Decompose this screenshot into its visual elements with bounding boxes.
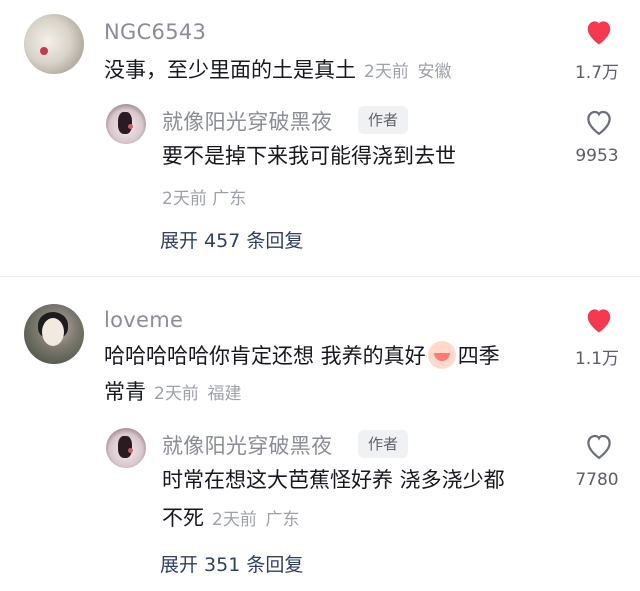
reply-body: 不死 (162, 506, 204, 530)
expand-replies-link[interactable]: 展开 457 条回复 (160, 226, 303, 253)
reply-text: 时常在想这大芭蕉怪好养 浇多浇少都 (162, 468, 505, 492)
comment-location: 福建 (207, 384, 242, 404)
reply-username[interactable]: 就像阳光穿破黑夜 (162, 106, 332, 136)
comment-time: 2天前 (154, 384, 199, 404)
reply-location: 广东 (265, 510, 300, 530)
avatar[interactable] (106, 104, 146, 144)
peach-emoji-icon (427, 341, 456, 369)
reply-username[interactable]: 就像阳光穿破黑夜 (162, 430, 332, 460)
like-count: 7780 (575, 470, 619, 490)
avatar[interactable] (106, 428, 146, 468)
comment-body: 没事，至少里面的土是真土 (104, 58, 356, 82)
comment-section: NGC6543 没事，至少里面的土是真土 2天前 安徽 1.7万 就像阳光穿破黑夜… (0, 0, 640, 591)
comment-text: 常青 2天前 福建 (104, 376, 242, 410)
comment-body: 常青 (104, 380, 146, 404)
heart-icon[interactable] (584, 306, 614, 334)
reply-location: 广东 (212, 189, 247, 209)
author-badge: 作者 (358, 430, 409, 458)
avatar[interactable] (24, 14, 84, 74)
reply-time: 2天前 (212, 510, 257, 530)
divider (0, 276, 640, 277)
like-count: 1.1万 (574, 349, 620, 369)
comment-username[interactable]: loveme (104, 308, 183, 332)
avatar[interactable] (24, 304, 84, 364)
comment-body: 四季 (457, 344, 500, 368)
heart-icon[interactable] (584, 108, 614, 136)
reply-text: 要不是掉下来我可能得浇到去世 (162, 144, 456, 168)
comment-location: 安徽 (417, 62, 452, 82)
comment-time: 2天前 (364, 62, 409, 82)
reply-time: 2天前 (162, 189, 207, 209)
reply-meta: 2天前 广东 (162, 184, 246, 209)
comment-username[interactable]: NGC6543 (104, 20, 206, 44)
reply-text: 不死 2天前 广东 (162, 502, 300, 536)
heart-icon[interactable] (584, 18, 614, 46)
expand-replies-link[interactable]: 展开 351 条回复 (160, 550, 303, 577)
author-badge: 作者 (358, 106, 409, 134)
like-count: 1.7万 (574, 63, 620, 83)
comment-text: 哈哈哈哈哈你肯定还想 我养的真好 四季 (104, 340, 500, 372)
comment-text: 没事，至少里面的土是真土 2天前 安徽 (104, 54, 452, 88)
comment-body: 哈哈哈哈哈你肯定还想 我养的真好 (104, 344, 426, 368)
like-count: 9953 (575, 146, 619, 166)
heart-icon[interactable] (584, 432, 614, 460)
